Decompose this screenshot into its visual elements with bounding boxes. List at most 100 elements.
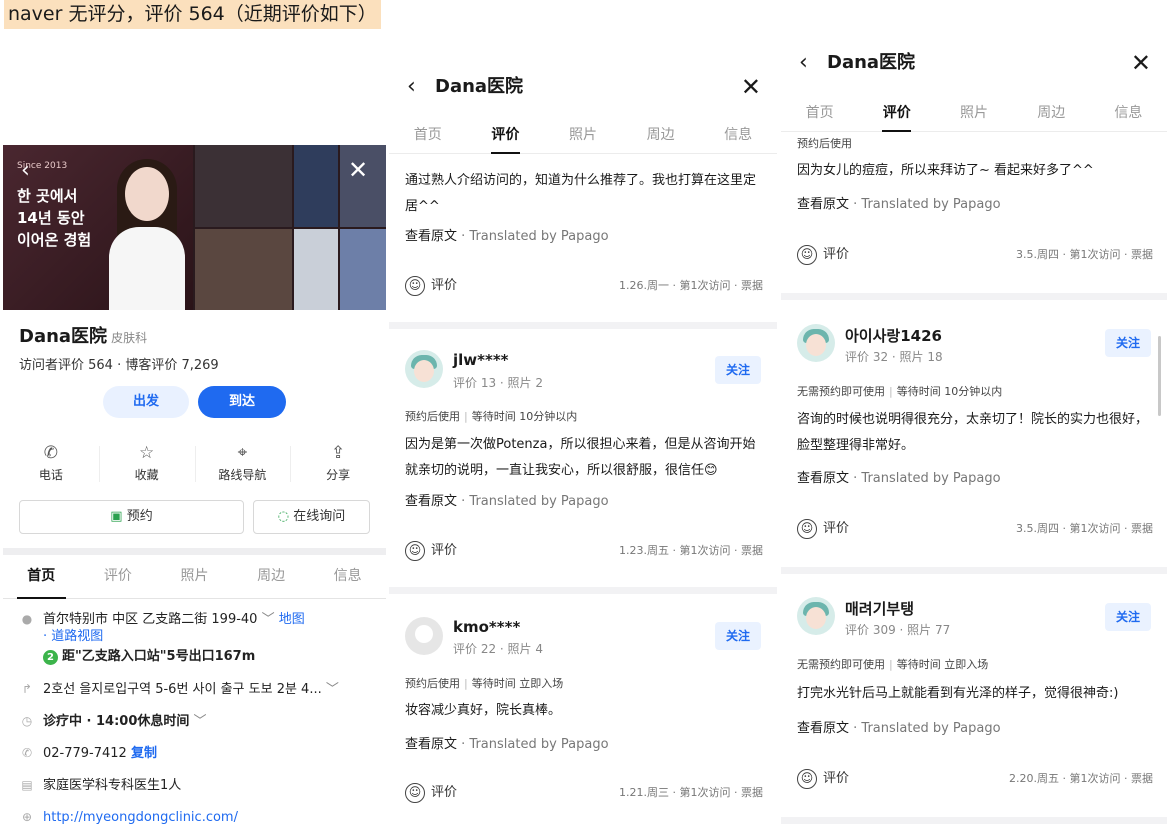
show-original-link[interactable]: 查看原文 · Translated by Papago: [797, 467, 1001, 486]
chat-icon: ◌: [277, 509, 290, 524]
back-arrow-icon[interactable]: ‹: [799, 46, 808, 80]
tab-reviews[interactable]: 评价: [467, 114, 545, 154]
tab-nearby[interactable]: 周边: [622, 114, 700, 153]
show-original-link[interactable]: 查看原文 · Translated by Papago: [405, 225, 609, 244]
hero-image[interactable]: Since 2013 한 곳에서 14년 동안 이어온 경험: [3, 145, 386, 310]
visit-tags: 预约后使用 | 等待时间 立即入场: [405, 677, 564, 690]
copy-button[interactable]: 复制: [131, 746, 157, 761]
tab-home[interactable]: 首页: [781, 92, 858, 131]
tab-nearby[interactable]: 周边: [1013, 92, 1090, 131]
divider: [781, 567, 1167, 574]
reviewer-name[interactable]: 매려기부탱: [845, 598, 914, 619]
share-button[interactable]: ⇪ 分享: [290, 440, 386, 490]
hours-row[interactable]: ◷ 诊疗中 · 14:00休息时间 ﹀: [19, 712, 207, 731]
doctor-portrait: [103, 155, 191, 310]
show-original-link[interactable]: 查看原文 · Translated by Papago: [797, 193, 1001, 212]
visit-meta: 3.5.周四 · 第1次访问 · 票据: [1016, 248, 1153, 261]
tab-home[interactable]: 首页: [389, 114, 467, 153]
chevron-down-icon: ﹀: [325, 682, 339, 697]
review-footer: ☺ 评价 3.5.周四 · 第1次访问 · 票据: [797, 517, 1153, 541]
tab-info[interactable]: 信息: [1090, 92, 1167, 131]
tab-info[interactable]: 信息: [699, 114, 777, 153]
reviews-screen-1: ‹ Dana医院 ✕ 首页 评价 照片 周边 信息 通过熟人介绍访问的，知道为什…: [389, 70, 777, 829]
show-original-link[interactable]: 查看原文 · Translated by Papago: [405, 490, 609, 509]
website-link[interactable]: http://myeongdongclinic.com/: [43, 810, 238, 825]
smile-icon[interactable]: ☺: [797, 518, 817, 539]
review-footer: ☺ 评价 3.5.周四 · 第1次访问 · 票据: [797, 243, 1153, 267]
reviewer-name[interactable]: jlw****: [453, 351, 509, 369]
tab-photos[interactable]: 照片: [156, 555, 233, 598]
review-text: 妆容减少真好，院长真棒。: [405, 703, 562, 718]
close-icon[interactable]: ✕: [1131, 46, 1151, 80]
scrollbar[interactable]: [1158, 336, 1161, 416]
route-button[interactable]: ⌖ 路线导航: [194, 440, 291, 490]
tab-photos[interactable]: 照片: [935, 92, 1012, 131]
reviewer-name[interactable]: 아이사랑1426: [845, 325, 942, 346]
chevron-down-icon: ﹀: [193, 714, 207, 729]
follow-button[interactable]: 关注: [715, 356, 761, 384]
divider: [781, 293, 1167, 300]
tab-photos[interactable]: 照片: [544, 114, 622, 153]
page-title: Dana医院: [435, 76, 524, 97]
visit-tags: 无需预约即可使用 | 等待时间 立即入场: [797, 658, 989, 671]
close-icon[interactable]: ✕: [348, 156, 368, 184]
call-button[interactable]: ✆ 电话: [3, 440, 99, 490]
reviewer-stats: 评价 32 · 照片 18: [845, 350, 943, 364]
reviewer-stats: 评价 22 · 照片 4: [453, 642, 543, 656]
reserve-button[interactable]: ▣ 预约: [19, 500, 244, 534]
tab-info[interactable]: 信息: [309, 555, 386, 598]
show-original-link[interactable]: 查看原文 · Translated by Papago: [797, 717, 1001, 736]
review-footer: ☺ 评价 2.20.周五 · 第1次访问 · 票据: [797, 767, 1153, 791]
inquiry-button[interactable]: ◌ 在线询问: [253, 500, 370, 534]
review-text: 因为是第一次做Potenza，所以很担心来着，但是从咨询开始就亲切的说明，一直让…: [405, 437, 756, 478]
smile-icon[interactable]: ☺: [405, 540, 425, 561]
station-info: 2 距"乙支路入口站"5号出口167m: [43, 648, 255, 666]
place-home-screen: Since 2013 한 곳에서 14년 동안 이어온 경험 ‹ ✕ Dana医…: [3, 70, 386, 829]
smile-icon[interactable]: ☺: [405, 275, 425, 296]
page-title: Dana医院: [827, 52, 916, 73]
divider: [389, 587, 777, 594]
depart-button[interactable]: 出发: [103, 386, 189, 418]
tab-home[interactable]: 首页: [3, 555, 80, 599]
visit-meta: 1.26.周一 · 第1次访问 · 票据: [619, 279, 763, 292]
action-bar: ✆ 电话 ☆ 收藏 ⌖ 路线导航 ⇪ 分享: [3, 440, 386, 490]
visit-meta: 3.5.周四 · 第1次访问 · 票据: [1016, 522, 1153, 535]
avatar[interactable]: [405, 617, 443, 655]
smile-icon[interactable]: ☺: [797, 244, 817, 265]
calendar-icon: ▣: [110, 509, 123, 524]
directions-row[interactable]: ↱ 2호선 을지로입구역 5-6번 사이 출구 도보 2분 4... ﹀: [19, 680, 339, 699]
visit-meta: 1.21.周三 · 第1次访问 · 票据: [619, 786, 763, 799]
navigation-icon: ⌖: [237, 443, 248, 463]
smile-icon[interactable]: ☺: [405, 782, 425, 803]
visit-meta: 1.23.周五 · 第1次访问 · 票据: [619, 544, 763, 557]
tab-nearby[interactable]: 周边: [233, 555, 310, 598]
review-text: 打完水光针后马上就能看到有光泽的样子，觉得很神奇:): [797, 686, 1119, 701]
review-text: 通过熟人介绍访问的，知道为什么推荐了。我也打算在这里定居^^: [405, 173, 757, 214]
walk-icon: ↱: [21, 682, 33, 696]
visit-tags: 无需预约即可使用 | 等待时间 10分钟以内: [797, 385, 1003, 398]
save-button[interactable]: ☆ 收藏: [98, 440, 195, 490]
avatar[interactable]: [405, 350, 443, 388]
avatar[interactable]: [797, 597, 835, 635]
smile-icon[interactable]: ☺: [797, 768, 817, 789]
map-link[interactable]: 地图: [279, 612, 305, 627]
follow-button[interactable]: 关注: [1105, 329, 1151, 357]
follow-button[interactable]: 关注: [1105, 603, 1151, 631]
clock-icon: ◷: [21, 714, 33, 728]
back-arrow-icon[interactable]: ‹: [407, 70, 416, 104]
back-arrow-icon[interactable]: ‹: [21, 158, 30, 183]
road-view-link[interactable]: · 道路视图: [43, 628, 103, 646]
avatar[interactable]: [797, 324, 835, 362]
close-icon[interactable]: ✕: [741, 70, 761, 104]
place-stats[interactable]: 访问者评价 564 · 博客评价 7,269: [19, 354, 219, 373]
tab-bar: 首页 评价 照片 周边 信息: [781, 92, 1167, 132]
tab-reviews[interactable]: 评价: [858, 92, 935, 132]
review-footer: ☺ 评价 1.23.周五 · 第1次访问 · 票据: [405, 539, 763, 563]
share-icon: ⇪: [331, 443, 346, 463]
arrive-button[interactable]: 到达: [198, 386, 286, 418]
follow-button[interactable]: 关注: [715, 622, 761, 650]
reviewer-name[interactable]: kmo****: [453, 618, 520, 636]
show-original-link[interactable]: 查看原文 · Translated by Papago: [405, 733, 609, 752]
tab-bar: 首页 评价 照片 周边 信息: [389, 114, 777, 154]
tab-reviews[interactable]: 评价: [80, 555, 157, 598]
